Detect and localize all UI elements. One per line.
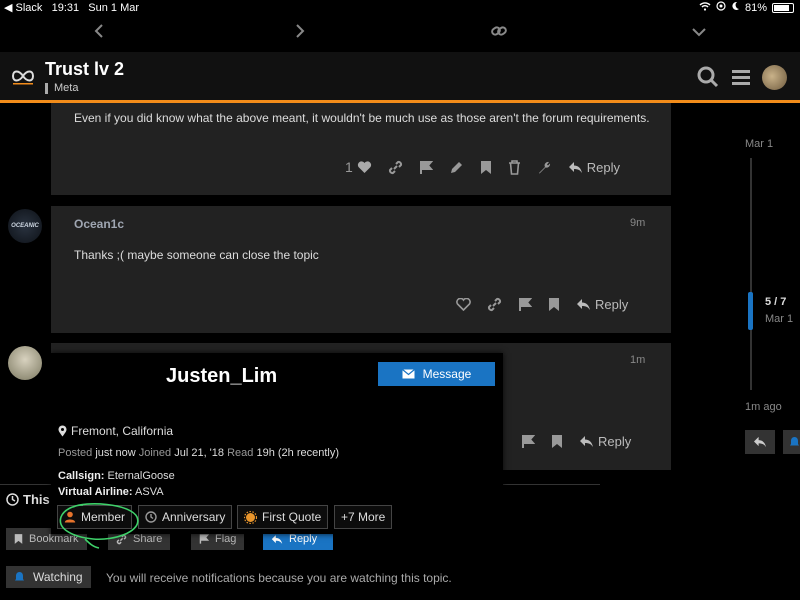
post-time[interactable]: 9m [630, 217, 645, 229]
timeline-handle[interactable] [748, 292, 753, 330]
post-card: Even if you did know what the above mean… [51, 103, 671, 195]
post-card: Ocean1c 9m Thanks ;( maybe someone can c… [51, 206, 671, 333]
site-header: Trust lv 2 Meta [0, 52, 800, 103]
infinite-flight-logo-icon[interactable] [10, 66, 36, 86]
post-time[interactable]: 1m [630, 354, 645, 366]
reply-button[interactable]: Reply [568, 160, 620, 175]
timeline-back-button[interactable] [745, 430, 775, 454]
search-icon[interactable] [697, 66, 719, 88]
post-actions: Reply [456, 297, 628, 312]
badge-anniversary[interactable]: Anniversary [138, 505, 233, 529]
status-time: 19:31 [51, 2, 80, 14]
flag-icon[interactable] [521, 434, 535, 449]
timeline-position-date: Mar 1 [765, 313, 794, 325]
moon-icon [731, 1, 740, 14]
more-badges-button[interactable]: +7 More [334, 505, 393, 529]
reply-arrow-icon [577, 299, 590, 310]
avatar-text: OCEANIC [11, 223, 39, 229]
heart-icon [357, 160, 371, 173]
user-location: Fremont, California [58, 424, 173, 438]
badge-member[interactable]: Member [57, 505, 133, 529]
user-card: Justen_Lim Message Fremont, California P… [51, 353, 503, 534]
post-body: Even if you did know what the above mean… [74, 111, 650, 125]
reply-button[interactable]: Reply [576, 297, 628, 312]
timeline-start-date[interactable]: Mar 1 [745, 138, 773, 150]
bell-icon [790, 437, 799, 446]
notification-level-button[interactable]: Watching [6, 566, 91, 588]
bookmark-icon[interactable] [480, 160, 492, 175]
link-icon[interactable] [487, 297, 502, 312]
status-bar: ◀ Slack 19:31 Sun 1 Mar 81% [0, 0, 800, 16]
trash-icon[interactable] [508, 159, 521, 175]
user-field-virtual-airline: Virtual Airline: ASVA [58, 486, 164, 498]
certificate-icon [244, 510, 257, 524]
do-not-disturb-icon [716, 1, 726, 14]
reply-button[interactable]: Reply [579, 434, 631, 449]
user-activity-stats: Posted just now Joined Jul 21, '18 Read … [58, 447, 339, 459]
heart-icon[interactable] [456, 298, 471, 311]
reply-arrow-icon [754, 436, 766, 448]
link-icon[interactable] [388, 160, 403, 175]
browser-nav-bar [0, 20, 800, 52]
reply-arrow-icon [271, 534, 283, 544]
like-count: 1 [345, 159, 353, 175]
bookmark-icon [14, 534, 23, 544]
notification-reason: You will receive notifications because y… [106, 571, 452, 585]
forward-arrow-icon[interactable] [295, 24, 305, 43]
post-author[interactable]: Ocean1c [74, 217, 124, 231]
wrench-icon[interactable] [537, 160, 552, 175]
clock-icon [6, 493, 19, 506]
timeline-notification-button[interactable] [783, 430, 800, 454]
wifi-icon [699, 1, 711, 14]
user-field-callsign: Callsign: EternalGoose [58, 470, 175, 482]
flag-icon [199, 534, 209, 544]
message-button[interactable]: Message [378, 362, 495, 386]
battery-percent: 81% [744, 1, 767, 14]
topic-title[interactable]: Trust lv 2 [45, 59, 124, 80]
topic-controls-title: This [6, 492, 50, 507]
edit-pencil-icon[interactable] [449, 160, 464, 175]
flag-icon[interactable] [518, 297, 532, 312]
user-card-name[interactable]: Justen_Lim [166, 365, 277, 388]
timeline-position: 5 / 7 [765, 296, 787, 308]
bookmark-icon[interactable] [551, 434, 563, 449]
back-arrow-icon[interactable] [94, 24, 104, 43]
author-avatar[interactable] [8, 346, 42, 380]
timeline-end-date[interactable]: 1m ago [745, 401, 782, 413]
link-icon [116, 534, 127, 544]
post-actions: Reply [521, 434, 631, 449]
bell-icon [15, 572, 24, 581]
post-body: Thanks ;( maybe someone can close the to… [74, 248, 319, 262]
timeline-track[interactable] [750, 158, 752, 390]
bookmark-icon[interactable] [548, 297, 560, 312]
badge-first-quote[interactable]: First Quote [237, 505, 329, 529]
map-marker-icon [58, 425, 67, 437]
envelope-icon [401, 369, 415, 379]
back-to-app-link[interactable]: ◀ Slack [4, 2, 42, 14]
user-icon [64, 511, 76, 523]
reply-arrow-icon [580, 436, 593, 447]
post-actions: 1 Reply [345, 159, 620, 175]
battery-icon [772, 2, 794, 13]
clock-icon [145, 511, 157, 523]
chevron-down-icon[interactable] [692, 24, 706, 42]
status-date: Sun 1 Mar [88, 2, 140, 14]
reply-arrow-icon [568, 161, 582, 173]
current-user-avatar[interactable] [762, 65, 787, 90]
link-icon[interactable] [491, 24, 507, 43]
like-button[interactable]: 1 [345, 159, 372, 175]
author-avatar[interactable]: OCEANIC [8, 209, 42, 243]
hamburger-menu-icon[interactable] [731, 66, 753, 88]
category-badge[interactable]: Meta [45, 83, 78, 94]
flag-icon[interactable] [419, 160, 433, 175]
